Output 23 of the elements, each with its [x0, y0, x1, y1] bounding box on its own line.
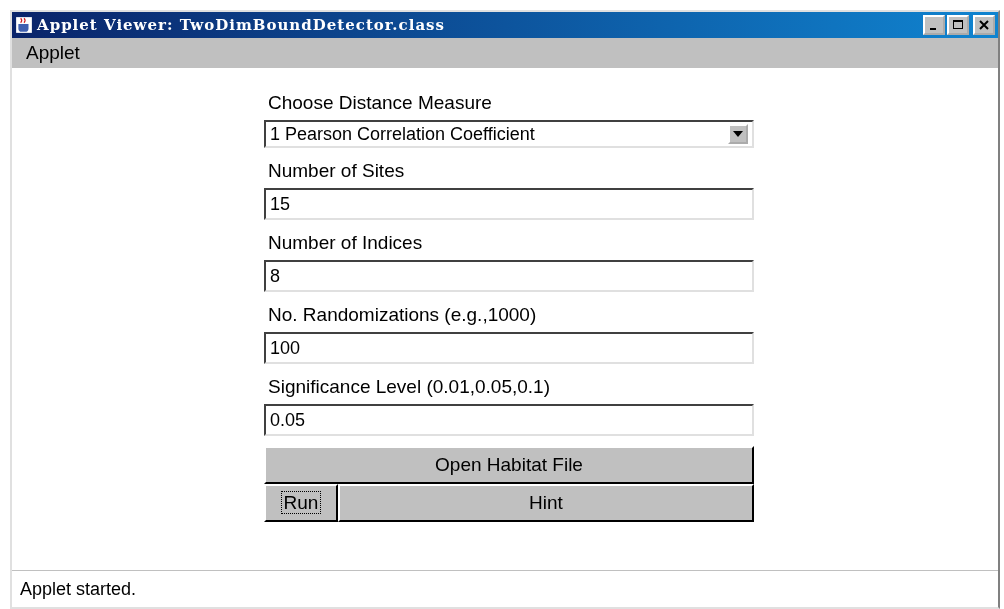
- open-file-button[interactable]: Open Habitat File: [264, 446, 754, 484]
- field-label: No. Randomizations (e.g.,1000): [267, 303, 538, 327]
- field-label: Number of Sites: [267, 159, 406, 183]
- minimize-button[interactable]: [923, 15, 945, 35]
- minimize-icon: [929, 28, 936, 30]
- measure-dropdown[interactable]: 1 Pearson Correlation Coefficient: [264, 120, 754, 148]
- menu-item[interactable]: Applet: [26, 42, 80, 64]
- cup-icon: [15, 16, 33, 34]
- run-button[interactable]: Run: [264, 484, 338, 522]
- input-field[interactable]: 8: [264, 260, 754, 292]
- close-button[interactable]: [973, 15, 995, 35]
- maximize-icon: [953, 20, 963, 30]
- input-field[interactable]: 100: [264, 332, 754, 364]
- close-icon: [979, 20, 989, 30]
- input-field[interactable]: 15: [264, 188, 754, 220]
- field-label: Number of Indices: [267, 231, 424, 255]
- field-label: Choose Distance Measure: [267, 91, 493, 115]
- field-label: Significance Level (0.01,0.05,0.1): [267, 375, 551, 399]
- maximize-button[interactable]: [947, 15, 969, 35]
- status-text: Applet started.: [12, 570, 998, 607]
- hint-button[interactable]: Hint: [338, 484, 754, 522]
- input-field[interactable]: 0.05: [264, 404, 754, 436]
- window-title: Applet Viewer: TwoDimBoundDetector.class: [37, 16, 446, 34]
